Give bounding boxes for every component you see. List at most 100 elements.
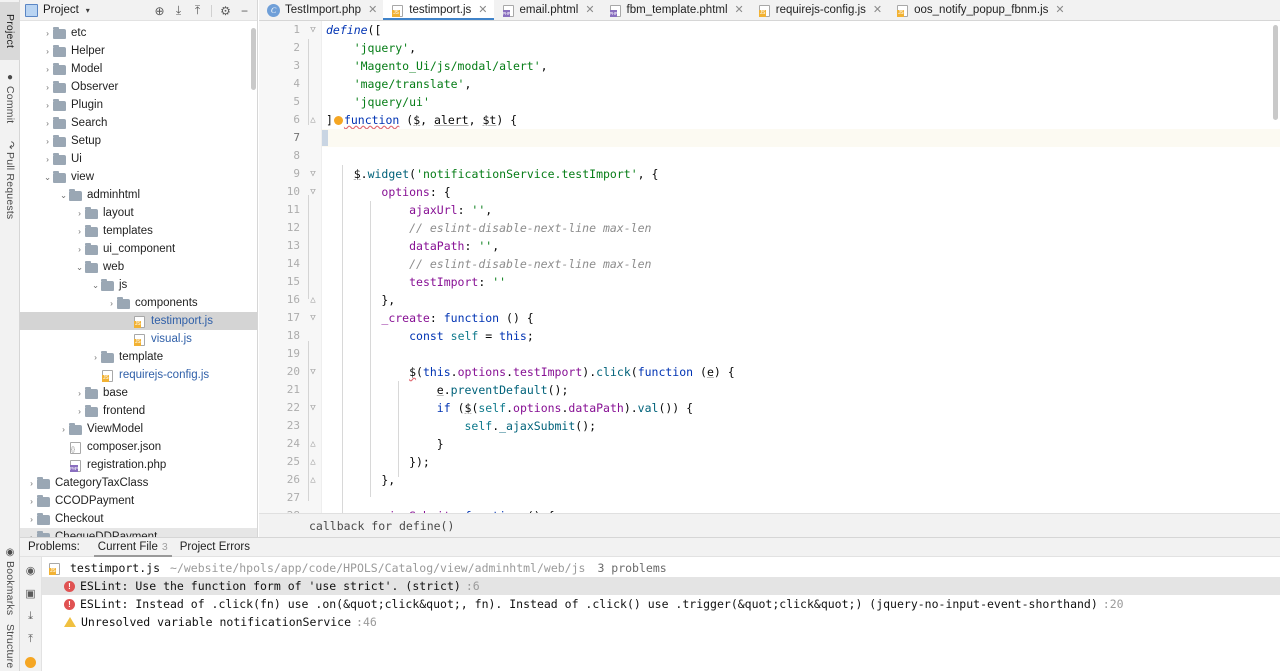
close-icon[interactable]: ✕ xyxy=(585,4,594,16)
chevron-down-icon[interactable]: ⌄ xyxy=(42,172,53,183)
close-icon[interactable]: ✕ xyxy=(873,4,882,16)
tree-item[interactable]: › Model xyxy=(20,60,257,78)
chevron-right-icon[interactable]: › xyxy=(26,478,37,488)
tree-item[interactable]: › Plugin xyxy=(20,96,257,114)
tree-item[interactable]: › visual.js xyxy=(20,330,257,348)
collapse-all-icon[interactable]: ⤒ xyxy=(189,2,206,19)
close-icon[interactable]: ✕ xyxy=(478,4,487,16)
code-line[interactable]: 5 'jquery/ui' xyxy=(293,93,1280,111)
chevron-right-icon[interactable]: › xyxy=(106,298,117,308)
tree-item[interactable]: › Ui xyxy=(20,150,257,168)
problems-file-row[interactable]: testimport.js ~/website/hpols/app/code/HP… xyxy=(42,559,1280,577)
chevron-right-icon[interactable]: › xyxy=(90,352,101,362)
code-line[interactable]: 20 ▽ $(this.options.testImport).click(fun… xyxy=(287,363,1280,381)
quick-fix-bulb-icon[interactable] xyxy=(23,655,39,669)
chevron-right-icon[interactable]: › xyxy=(42,100,53,110)
chevron-down-icon[interactable]: ▾ xyxy=(86,6,90,15)
fold-marker-icon[interactable]: ▽ xyxy=(307,309,319,327)
problem-row[interactable]: ! ESLint: Use the function form of 'use s… xyxy=(42,577,1280,595)
code-editor[interactable]: 1 ▽ define([2 'jquery', 3 'Magento_Ui/js/mo… xyxy=(259,21,1280,537)
code-line[interactable]: 26 △ }, xyxy=(287,471,1280,489)
chevron-right-icon[interactable]: › xyxy=(74,244,85,254)
chevron-right-icon[interactable]: › xyxy=(26,514,37,524)
settings-gear-icon[interactable]: ⚙ xyxy=(217,2,234,19)
code-line[interactable]: 6 △] function ($, alert, $t) { xyxy=(293,111,1280,129)
project-file-tree[interactable]: › etc › Helper › Model › Observer › Plugin › Search… xyxy=(20,21,257,537)
chevron-right-icon[interactable]: › xyxy=(42,28,53,38)
tree-item[interactable]: › ui_component xyxy=(20,240,257,258)
tab-current-file[interactable]: Current File 3 xyxy=(92,538,174,557)
chevron-right-icon[interactable]: › xyxy=(42,136,53,146)
code-line[interactable]: 27 xyxy=(287,489,1280,507)
chevron-right-icon[interactable]: › xyxy=(58,424,69,434)
code-line[interactable]: 15 testImport: '' xyxy=(287,273,1280,291)
code-line[interactable]: 16 △ }, xyxy=(287,291,1280,309)
tree-item[interactable]: › layout xyxy=(20,204,257,222)
code-line[interactable]: 9 ▽ $.widget('notificationService.testImp… xyxy=(293,165,1280,183)
chevron-right-icon[interactable]: › xyxy=(58,442,69,452)
tree-item[interactable]: › requirejs-config.js xyxy=(20,366,257,384)
code-line[interactable]: 10 ▽ options: { xyxy=(287,183,1280,201)
code-line[interactable]: 19 xyxy=(287,345,1280,363)
tree-item[interactable]: › ChequeDDPayment xyxy=(20,528,257,537)
code-line[interactable]: 11 ajaxUrl: '', xyxy=(287,201,1280,219)
fold-marker-icon[interactable]: ▽ xyxy=(307,21,319,39)
editor-tab[interactable]: requirejs-config.js ✕ xyxy=(750,0,888,20)
chevron-right-icon[interactable]: › xyxy=(26,496,37,506)
code-content[interactable]: 1 ▽ define([2 'jquery', 3 'Magento_Ui/js/mo… xyxy=(287,21,1280,537)
sidebar-item-structure[interactable]: Structure xyxy=(0,621,20,671)
code-line[interactable]: 7 xyxy=(293,129,1280,147)
editor-tab-bar[interactable]: CTestImport.php✕testimport.js✕email.phtm… xyxy=(259,0,1280,21)
code-line[interactable]: 21 e.preventDefault(); xyxy=(287,381,1280,399)
tree-item[interactable]: › templates xyxy=(20,222,257,240)
tree-item[interactable]: › CategoryTaxClass xyxy=(20,474,257,492)
code-line[interactable]: 22 ▽ if ($(self.options.dataPath).val()) … xyxy=(287,399,1280,417)
close-icon[interactable]: ✕ xyxy=(1055,4,1064,16)
code-line[interactable]: 23 self._ajaxSubmit(); xyxy=(287,417,1280,435)
tree-item[interactable]: › frontend xyxy=(20,402,257,420)
code-line[interactable]: 3 'Magento_Ui/js/modal/alert', xyxy=(293,57,1280,75)
tree-item[interactable]: ⌄ js xyxy=(20,276,257,294)
tree-item[interactable]: ⌄ adminhtml xyxy=(20,186,257,204)
tree-item[interactable]: ⌄ web xyxy=(20,258,257,276)
tree-item[interactable]: › Setup xyxy=(20,132,257,150)
tab-project-errors[interactable]: Project Errors xyxy=(174,538,256,557)
code-line[interactable]: 25 △ }); xyxy=(287,453,1280,471)
editor-tab[interactable]: C TestImport.php ✕ xyxy=(259,0,383,20)
tree-item[interactable]: › composer.json xyxy=(20,438,257,456)
tree-item[interactable]: › Observer xyxy=(20,78,257,96)
chevron-right-icon[interactable]: › xyxy=(74,226,85,236)
tree-item[interactable]: › components xyxy=(20,294,257,312)
code-line[interactable]: 4 'mage/translate', xyxy=(293,75,1280,93)
tree-item[interactable]: › Checkout xyxy=(20,510,257,528)
code-line[interactable]: 2 'jquery', xyxy=(293,39,1280,57)
sidebar-item-bookmarks[interactable]: ◉ Bookmarks xyxy=(0,545,20,617)
intention-bulb-icon[interactable] xyxy=(333,116,343,125)
locate-icon[interactable]: ⊕ xyxy=(151,2,168,19)
problem-row[interactable]: Unresolved variable notificationService:… xyxy=(42,613,1280,631)
project-tree-scrollbar[interactable] xyxy=(251,28,256,90)
tree-item[interactable]: › template xyxy=(20,348,257,366)
collapse-all-icon[interactable]: ⤒ xyxy=(23,632,39,646)
chevron-right-icon[interactable]: › xyxy=(122,334,133,344)
sidebar-item-commit[interactable]: ● Commit xyxy=(0,66,20,130)
expand-all-icon[interactable]: ⤓ xyxy=(23,609,39,623)
chevron-right-icon[interactable]: › xyxy=(122,316,133,326)
chevron-right-icon[interactable]: › xyxy=(42,64,53,74)
chevron-right-icon[interactable]: › xyxy=(74,208,85,218)
chevron-right-icon[interactable]: › xyxy=(42,82,53,92)
chevron-right-icon[interactable]: › xyxy=(90,370,101,380)
tree-item[interactable]: › CCODPayment xyxy=(20,492,257,510)
code-line[interactable]: 8 xyxy=(293,147,1280,165)
chevron-right-icon[interactable]: › xyxy=(74,388,85,398)
chevron-right-icon[interactable]: › xyxy=(74,406,85,416)
problem-row[interactable]: ! ESLint: Instead of .click(fn) use .on(&… xyxy=(42,595,1280,613)
preview-panel-icon[interactable]: ▣ xyxy=(23,586,39,600)
tree-item[interactable]: › testimport.js xyxy=(20,312,257,330)
tree-item[interactable]: › base xyxy=(20,384,257,402)
hide-panel-icon[interactable]: − xyxy=(236,2,253,19)
editor-tab[interactable]: testimport.js ✕ xyxy=(383,0,494,20)
code-line[interactable]: 13 dataPath: '', xyxy=(287,237,1280,255)
code-line[interactable]: 12 // eslint-disable-next-line max-len xyxy=(287,219,1280,237)
chevron-right-icon[interactable]: › xyxy=(42,46,53,56)
